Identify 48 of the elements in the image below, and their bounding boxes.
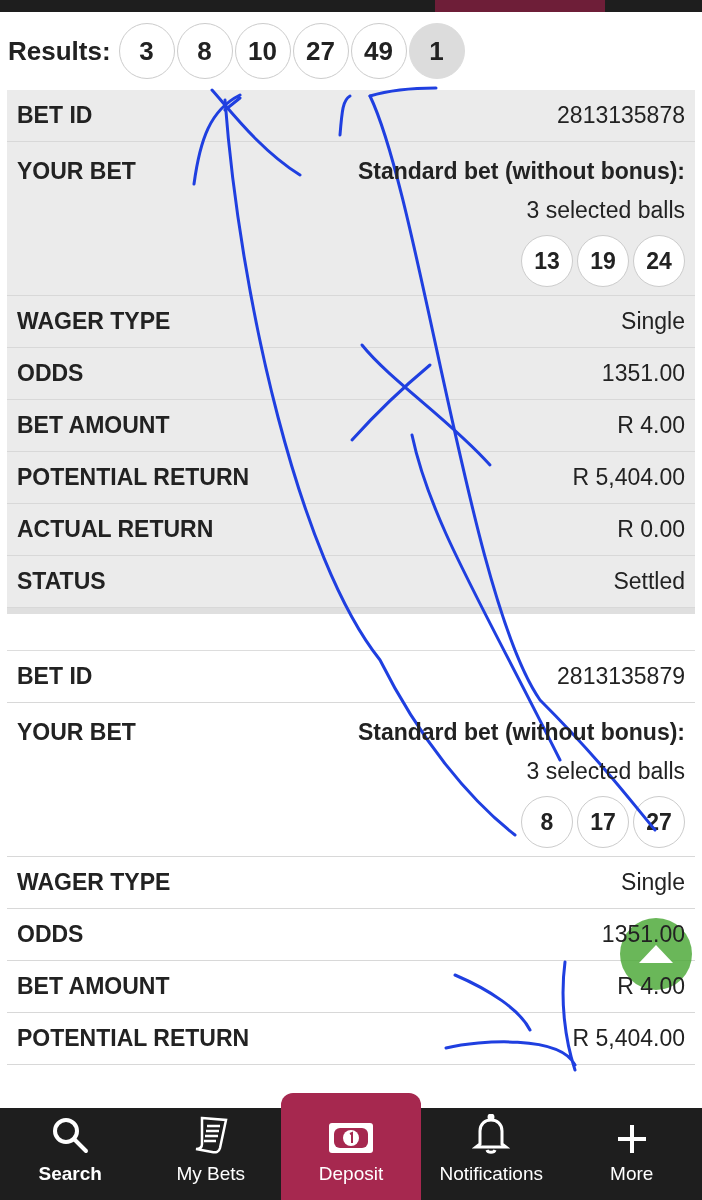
field-value: 2813135879 <box>557 662 685 692</box>
selected-ball: 8 <box>521 796 573 848</box>
result-ball: 49 <box>350 23 407 79</box>
results-label: Results: <box>8 34 111 68</box>
field-label: ACTUAL RETURN <box>17 515 214 545</box>
result-ball: 27 <box>292 23 349 79</box>
selected-ball: 17 <box>577 796 629 848</box>
field-value: R 5,404.00 <box>572 463 685 493</box>
field-label: WAGER TYPE <box>17 307 171 337</box>
field-value: R 0.00 <box>617 515 685 545</box>
field-label: BET ID <box>17 101 93 131</box>
field-value: 2813135878 <box>557 101 685 131</box>
field-value: R 4.00 <box>617 972 685 1002</box>
field-label: BET ID <box>17 662 93 692</box>
field-label: STATUS <box>17 567 106 597</box>
field-value: Single <box>621 307 685 337</box>
result-ball: 10 <box>234 23 291 79</box>
search-icon <box>51 1115 90 1154</box>
bell-icon <box>472 1113 511 1154</box>
result-ball: 3 <box>118 23 175 79</box>
field-label: WAGER TYPE <box>17 868 171 898</box>
field-label: ODDS <box>17 920 84 950</box>
nav-tab[interactable]: My Bets <box>140 1108 281 1200</box>
plus-icon <box>616 1123 647 1154</box>
field-label: POTENTIAL RETURN <box>17 1024 250 1054</box>
field-label: POTENTIAL RETURN <box>17 463 250 493</box>
selected-ball: 24 <box>633 235 685 287</box>
field-label: YOUR BET <box>17 157 136 186</box>
banknote-icon <box>328 1121 374 1154</box>
up-triangle-icon <box>639 945 673 963</box>
field-label: BET AMOUNT <box>17 411 170 441</box>
field-value: R 5,404.00 <box>572 1024 685 1054</box>
field-value: Single <box>621 868 685 898</box>
field-label: BET AMOUNT <box>17 972 170 1002</box>
nav-tab[interactable]: Deposit <box>281 1093 421 1200</box>
field-label: YOUR BET <box>17 718 136 747</box>
field-label: ODDS <box>17 359 84 389</box>
field-value: 1351.00 <box>601 359 685 389</box>
nav-tab[interactable]: Notifications <box>421 1108 562 1200</box>
result-ball: 8 <box>176 23 233 79</box>
nav-tab[interactable]: More <box>561 1108 702 1200</box>
field-value: Settled <box>613 567 685 597</box>
selection-count-text: 3 selected balls <box>526 195 685 225</box>
bonus-ball: 1 <box>408 23 465 79</box>
field-value: R 4.00 <box>617 411 685 441</box>
selected-ball: 19 <box>577 235 629 287</box>
nav-tab[interactable]: Search <box>0 1108 141 1200</box>
selected-ball: 13 <box>521 235 573 287</box>
